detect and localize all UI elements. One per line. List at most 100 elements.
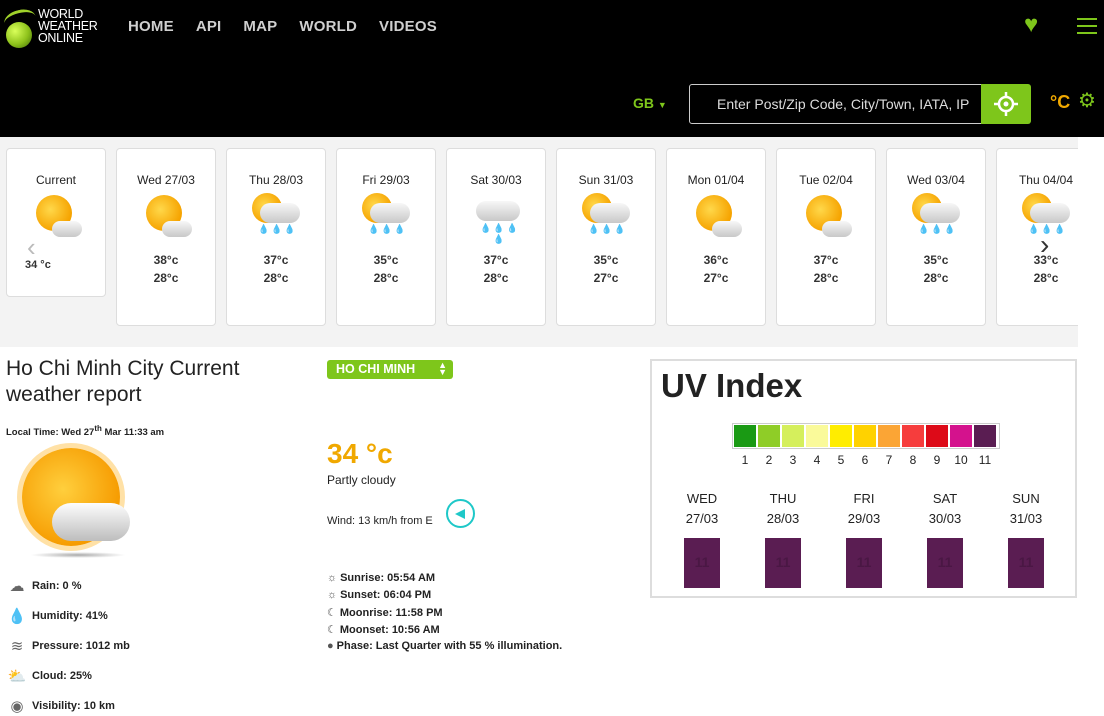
logo-text: WORLD WEATHER ONLINE	[38, 7, 98, 45]
humidity-drop-icon: 💧	[7, 608, 27, 625]
nav-home[interactable]: HOME	[128, 18, 174, 35]
uv-scale-label: 6	[861, 453, 869, 467]
sunset-icon: ☼	[327, 589, 338, 601]
uv-day-name: WED	[686, 491, 718, 506]
uv-scale-swatch	[974, 425, 996, 447]
uv-day: THU 28/03	[753, 489, 813, 529]
uv-scale-swatch	[782, 425, 804, 447]
uv-scale-label: 9	[933, 453, 941, 467]
country-select[interactable]: GB ▼	[633, 95, 667, 111]
pressure-icon: ≋	[10, 638, 24, 655]
sun-rain-icon: 💧💧💧	[356, 191, 416, 241]
local-time: Local Time: Wed 27th Mar 11:33 am	[6, 424, 165, 439]
uv-day-date: 30/03	[928, 511, 962, 526]
stat-humidity: 💧 Humidity: 41%	[7, 608, 108, 625]
forecast-card[interactable]: Wed 27/03 38°c 28°c	[116, 148, 216, 326]
scroll-right-chevron-icon[interactable]: ›	[1040, 229, 1049, 261]
city-select[interactable]: HO CHI MINH ▲ ▼	[327, 360, 453, 379]
forecast-card[interactable]: Mon 01/04 36°c 27°c	[666, 148, 766, 326]
unit-toggle[interactable]: °C	[1050, 92, 1070, 113]
top-bar: WORLD WEATHER ONLINE HOME API MAP WORLD …	[0, 0, 1104, 137]
forecast-card[interactable]: Sun 31/03 💧💧💧 35°c 27°c	[556, 148, 656, 326]
uv-scale-swatch	[902, 425, 924, 447]
wind-direction-icon	[446, 499, 475, 528]
card-date: Sat 30/03	[470, 173, 522, 187]
card-date: Fri 29/03	[362, 173, 410, 187]
uv-index-panel: UV Index 1 2 3 4 5 6 7 8 9 10 11 WED 27/03 11 THU 28/0…	[650, 359, 1077, 598]
forecast-card[interactable]: Thu 04/04 💧💧💧 33°c 28°c	[996, 148, 1078, 326]
forecast-card[interactable]: Fri 29/03 💧💧💧 35°c 28°c	[336, 148, 436, 326]
uv-value-block: 11	[1008, 538, 1044, 588]
forecast-card[interactable]: Sat 30/03 💧💧💧💧 37°c 28°c	[446, 148, 546, 326]
uv-day-date: 31/03	[1009, 511, 1043, 526]
menu-icon[interactable]	[1077, 18, 1097, 34]
stat-rain: ☁ Rain: 0 %	[6, 577, 82, 595]
main-nav: HOME API MAP WORLD VIDEOS	[128, 18, 459, 35]
scroll-left-chevron-icon[interactable]: ‹	[27, 232, 36, 263]
cloud-rain-icon: 💧💧💧💧	[466, 191, 526, 244]
uv-scale-label: 1	[741, 453, 749, 467]
sunrise-icon: ☼	[327, 572, 338, 584]
sunrise: ☼ Sunrise: 05:54 AM	[327, 572, 436, 584]
uv-scale-label: 11	[978, 453, 992, 467]
eye-icon: ◉	[10, 698, 24, 715]
uv-scale-swatch	[854, 425, 876, 447]
current-condition: Partly cloudy	[327, 473, 396, 487]
uv-value-block: 11	[684, 538, 720, 588]
card-low-temp: 28°c	[263, 271, 289, 285]
search-input[interactable]: Enter Post/Zip Code, City/Town, IATA, IP	[689, 84, 982, 124]
nav-map[interactable]: MAP	[243, 18, 277, 35]
card-date: Sun 31/03	[578, 173, 634, 187]
uv-day: WED 27/03	[672, 489, 732, 529]
page-title: Ho Chi Minh City Current weather report	[6, 357, 240, 406]
moon-phase: ● Phase: Last Quarter with 55 % illuminat…	[327, 640, 563, 652]
sun-rain-icon: 💧💧💧	[576, 191, 636, 241]
sun-cloud-icon	[136, 191, 196, 241]
nav-world[interactable]: WORLD	[299, 18, 357, 35]
rain-cloud-icon: ☁	[9, 578, 25, 595]
card-high-temp: 37°c	[483, 253, 509, 267]
card-date: Current	[35, 173, 76, 187]
moon-phase-icon: ●	[327, 640, 334, 652]
card-high-temp: 37°c	[263, 253, 289, 267]
card-date: Thu 28/03	[248, 173, 304, 187]
moonset-icon: ☾	[327, 624, 337, 636]
stat-visibility: ◉ Visibility: 10 km	[6, 697, 115, 715]
cloud-icon: ⛅	[7, 668, 27, 685]
nav-api[interactable]: API	[196, 18, 222, 35]
nav-videos[interactable]: VIDEOS	[379, 18, 437, 35]
stat-pressure: ≋ Pressure: 1012 mb	[6, 637, 130, 655]
moonrise: ☾ Moonrise: 11:58 PM	[327, 607, 443, 619]
uv-title: UV Index	[661, 367, 803, 404]
forecast-card[interactable]: Wed 03/04 💧💧💧 35°c 28°c	[886, 148, 986, 326]
sun-rain-icon: 💧💧💧	[906, 191, 966, 241]
card-low-temp: 28°c	[153, 271, 179, 285]
uv-day-name: THU	[769, 491, 797, 506]
settings-gear-icon[interactable]: ⚙	[1078, 91, 1096, 111]
card-high-temp: 38°c	[153, 253, 179, 267]
uv-scale	[732, 423, 1000, 449]
uv-day-name: SAT	[932, 491, 958, 506]
card-low-temp: 28°c	[483, 271, 509, 285]
uv-scale-swatch	[734, 425, 756, 447]
uv-scale-label: 4	[813, 453, 821, 467]
uv-day-date: 28/03	[766, 511, 800, 526]
sun-cloud-icon	[796, 191, 856, 241]
locate-button[interactable]	[981, 84, 1031, 124]
favourites-heart-icon[interactable]: ♥	[1024, 13, 1050, 37]
forecast-card[interactable]: Thu 28/03 💧💧💧 37°c 28°c	[226, 148, 326, 326]
forecast-strip: Current 34 °c Wed 27/03 38°c 28°c Thu 28/03…	[0, 137, 1078, 347]
large-cloud-icon	[52, 503, 130, 541]
card-low-temp: 28°c	[1033, 271, 1059, 285]
sun-rain-icon: 💧💧💧	[246, 191, 306, 241]
uv-day: FRI 29/03	[834, 489, 894, 529]
forecast-card[interactable]: Tue 02/04 37°c 28°c	[776, 148, 876, 326]
card-high-temp: 35°c	[593, 253, 619, 267]
card-date: Tue 02/04	[799, 173, 853, 187]
card-low-temp: 28°c	[373, 271, 399, 285]
icon-shadow	[30, 552, 126, 558]
crosshair-icon	[994, 92, 1018, 116]
uv-day-name: SUN	[1012, 491, 1040, 506]
site-logo[interactable]: WORLD WEATHER ONLINE	[2, 6, 114, 48]
forecast-card-current[interactable]: Current 34 °c	[6, 148, 106, 297]
